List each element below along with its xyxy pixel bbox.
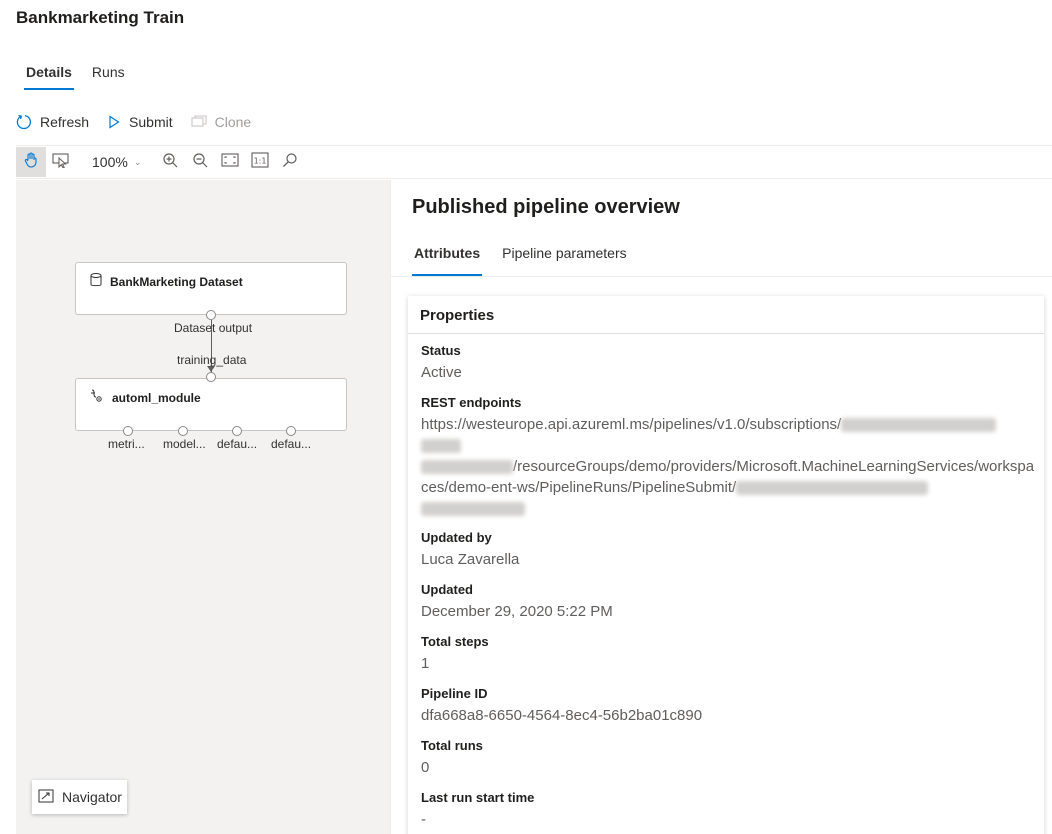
navigator-label: Navigator	[62, 789, 122, 805]
rest-endpoints-label: REST endpoints	[421, 395, 522, 410]
refresh-label: Refresh	[40, 114, 90, 130]
updated-by-property: Updated by Luca Zavarella	[421, 529, 1036, 571]
rest-endpoints-property: REST endpoints https://westeurope.api.az…	[421, 394, 1036, 519]
pipeline-id-property: Pipeline ID dfa668a8-6650-4564-8ec4-56b2…	[421, 685, 1036, 727]
output-port-metrics[interactable]	[123, 426, 133, 436]
last-run-value: -	[421, 811, 426, 828]
redacted-subscription-id	[841, 418, 997, 433]
main-tabs: Details Runs	[16, 60, 135, 90]
fit-screen-icon	[221, 152, 239, 172]
tab-details[interactable]: Details	[16, 60, 82, 90]
output-label-model: model...	[163, 437, 206, 451]
total-steps-value: 1	[421, 655, 430, 672]
updated-by-value: Luca Zavarella	[421, 551, 520, 568]
actual-size-icon: 1:1	[251, 151, 269, 173]
panel-title: Published pipeline overview	[412, 196, 680, 218]
panel-tabs: Attributes Pipeline parameters	[406, 243, 641, 276]
canvas-toolbar: 100% ⌄ 1:1	[16, 145, 1052, 179]
navigator-icon	[38, 789, 54, 806]
output-port-default-1[interactable]	[232, 426, 242, 436]
clone-icon	[191, 115, 207, 129]
hand-pan-icon	[23, 151, 39, 173]
zoom-value: 100%	[92, 154, 128, 170]
tab-runs[interactable]: Runs	[82, 60, 135, 90]
pipeline-id-label: Pipeline ID	[421, 686, 488, 701]
tab-divider	[391, 276, 1052, 277]
output-port-default-2[interactable]	[286, 426, 296, 436]
select-tool-button[interactable]	[46, 147, 76, 177]
refresh-icon	[16, 114, 32, 130]
clone-button[interactable]: Clone	[191, 108, 252, 136]
redacted-pipeline-id	[736, 481, 929, 496]
total-runs-label: Total runs	[421, 738, 483, 753]
automl-node-title: automl_module	[112, 390, 201, 405]
total-runs-value: 0	[421, 759, 430, 776]
output-port-model[interactable]	[178, 426, 188, 436]
dataset-output-port[interactable]	[206, 310, 216, 320]
properties-card: Properties Status Active REST endpoints …	[408, 296, 1044, 834]
pan-tool-button[interactable]	[16, 147, 46, 177]
updated-value: December 29, 2020 5:22 PM	[421, 603, 613, 620]
status-property: Status Active	[421, 342, 1036, 384]
updated-by-label: Updated by	[421, 530, 492, 545]
updated-property: Updated December 29, 2020 5:22 PM	[421, 581, 1036, 623]
dataset-node-header: BankMarketing Dataset	[90, 273, 243, 290]
zoom-out-icon	[192, 152, 208, 173]
total-steps-label: Total steps	[421, 634, 489, 649]
output-label-default-2: defau...	[271, 437, 312, 451]
output-label-default-1: defau...	[217, 437, 258, 451]
search-icon	[282, 152, 298, 173]
properties-list: Status Active REST endpoints https://wes…	[421, 342, 1036, 834]
fit-screen-button[interactable]	[215, 147, 245, 177]
training-data-label: training_data	[177, 353, 247, 367]
card-divider	[408, 333, 1044, 334]
zoom-dropdown[interactable]: 100% ⌄	[76, 147, 151, 177]
search-button[interactable]	[275, 147, 305, 177]
page-title: Bankmarketing Train	[16, 8, 185, 27]
actual-size-button[interactable]: 1:1	[245, 147, 275, 177]
status-value: Active	[421, 364, 462, 381]
properties-title: Properties	[420, 307, 495, 324]
overview-panel: Published pipeline overview Attributes P…	[390, 180, 1052, 834]
zoom-out-button[interactable]	[185, 147, 215, 177]
command-bar: Refresh Submit Clone	[16, 108, 251, 136]
redacted-subscription-id-end	[421, 460, 513, 475]
updated-label: Updated	[421, 582, 473, 597]
automl-node-header: automl_module	[90, 389, 201, 406]
submit-button[interactable]: Submit	[107, 108, 173, 136]
tab-attributes[interactable]: Attributes	[406, 243, 488, 276]
dataset-node-title: BankMarketing Dataset	[110, 274, 243, 289]
refresh-button[interactable]: Refresh	[16, 108, 89, 136]
submit-label: Submit	[129, 114, 173, 130]
dataset-node[interactable]: BankMarketing Dataset	[75, 262, 347, 315]
clone-label: Clone	[214, 114, 252, 130]
rest-url-part1: https://westeurope.api.azureml.ms/pipeli…	[421, 416, 842, 433]
total-runs-property: Total runs 0	[421, 737, 1036, 779]
zoom-in-button[interactable]	[155, 147, 185, 177]
chevron-down-icon: ⌄	[133, 156, 142, 167]
navigator-button[interactable]: Navigator	[32, 780, 127, 814]
last-run-property: Last run start time -	[421, 789, 1036, 831]
rest-endpoint-url[interactable]: https://westeurope.api.azureml.ms/pipeli…	[421, 414, 1036, 519]
play-icon	[107, 115, 121, 129]
pipeline-canvas[interactable]: BankMarketing Dataset Dataset output tra…	[16, 180, 390, 834]
automl-node[interactable]: automl_module	[75, 378, 347, 431]
tab-pipeline-parameters[interactable]: Pipeline parameters	[494, 243, 635, 276]
database-icon	[90, 273, 102, 290]
total-steps-property: Total steps 1	[421, 633, 1036, 675]
training-data-input-port[interactable]	[206, 372, 216, 382]
svg-text:1:1: 1:1	[254, 156, 267, 165]
output-label-metrics: metri...	[108, 437, 145, 451]
last-run-label: Last run start time	[421, 790, 535, 805]
redacted-subscription-id-cont	[421, 439, 461, 454]
pipeline-id-value: dfa668a8-6650-4564-8ec4-56b2ba01c890	[421, 707, 703, 724]
zoom-in-icon	[162, 152, 178, 173]
dataset-output-label: Dataset output	[174, 321, 253, 335]
select-pointer-icon	[52, 152, 70, 173]
status-label: Status	[421, 343, 461, 358]
automl-icon	[90, 389, 104, 406]
redacted-pipeline-id-end	[421, 502, 525, 517]
